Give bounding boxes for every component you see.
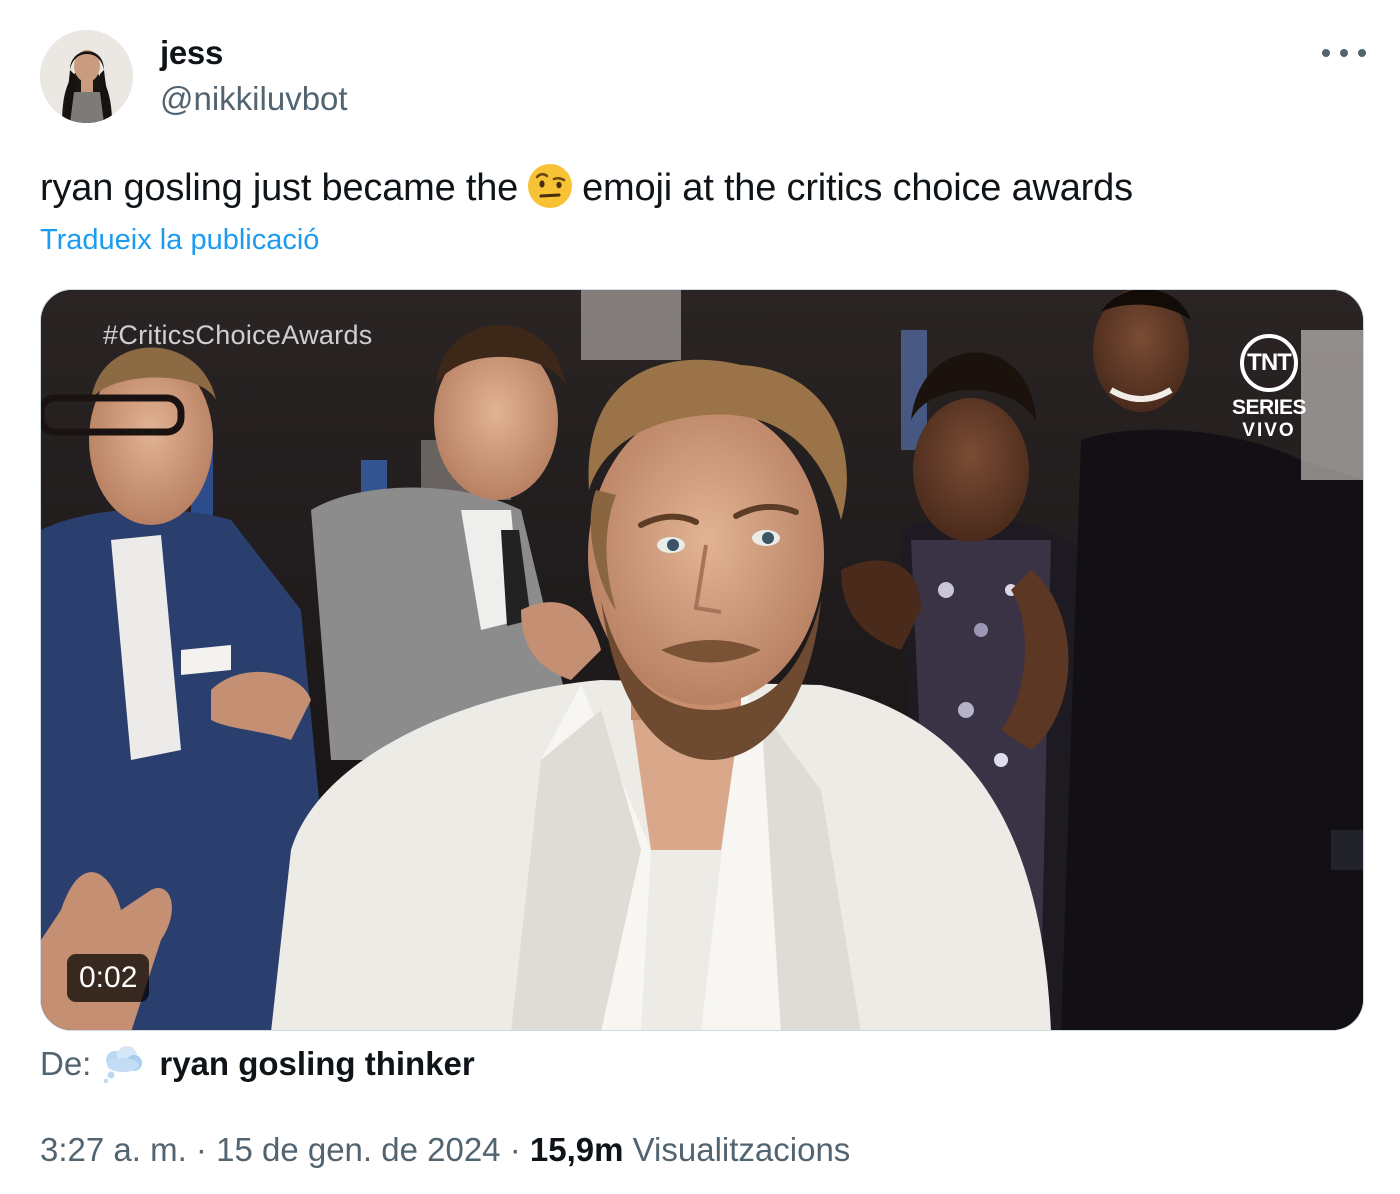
face-with-raised-eyebrow-emoji-icon <box>526 162 574 210</box>
meta-separator: · <box>195 1131 207 1168</box>
video-hashtag-overlay: #CriticsChoiceAwards <box>103 320 373 350</box>
tnt-series-label: SERIES <box>1231 396 1307 419</box>
video-player[interactable]: #CriticsChoiceAwards TNT SERIES VIVO 0:0… <box>40 289 1364 1031</box>
author-handle[interactable]: @nikkiluvbot <box>160 80 348 118</box>
translate-post-link[interactable]: Tradueix la publicació <box>40 224 319 257</box>
post-time[interactable]: 3:27 a. m. <box>40 1131 187 1168</box>
more-dot <box>1358 49 1366 57</box>
author-avatar[interactable] <box>40 30 133 123</box>
source-prefix: De: <box>40 1045 92 1082</box>
tweet-card: jess @nikkiluvbot ryan gosling just beca… <box>0 0 1400 1194</box>
author-display-name[interactable]: jess <box>160 34 223 72</box>
views-count: 15,9m <box>529 1131 624 1168</box>
tnt-logo-mark: TNT <box>1240 334 1298 392</box>
tnt-logo: TNT SERIES VIVO <box>1219 334 1319 442</box>
video-duration-badge: 0:02 <box>67 954 150 1002</box>
views-label: Visualitzacions <box>632 1131 851 1168</box>
post-date[interactable]: 15 de gen. de 2024 <box>216 1131 500 1168</box>
video-frame <box>41 290 1363 1030</box>
tweet-text-before: ryan gosling just became the <box>40 167 519 209</box>
more-dot <box>1322 49 1330 57</box>
tnt-vivo-label: VIVO <box>1242 420 1296 441</box>
tweet-meta: 3:27 a. m. · 15 de gen. de 2024 · 15,9m … <box>40 1131 850 1169</box>
tweet-text-after: emoji at the critics choice awards <box>582 167 1133 209</box>
video-source-attribution: De: ryan gosling thinker <box>40 1044 475 1084</box>
more-dot <box>1340 49 1348 57</box>
thought-balloon-icon <box>101 1044 145 1084</box>
tweet-text: ryan gosling just became the emoji at th… <box>40 162 1133 211</box>
source-account-name[interactable]: ryan gosling thinker <box>159 1045 474 1083</box>
more-options-icon[interactable] <box>1322 38 1366 68</box>
meta-separator: · <box>509 1131 521 1168</box>
